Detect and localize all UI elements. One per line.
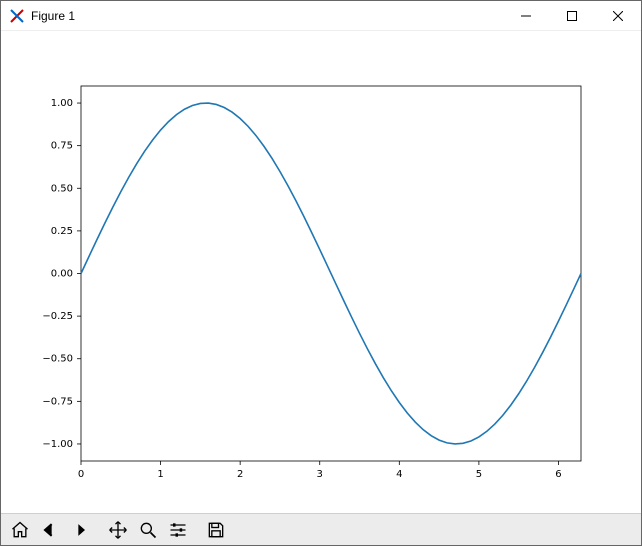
y-tick-label: 1.00 [51,98,73,109]
y-tick-label: −0.25 [42,311,73,322]
zoom-icon [138,520,158,540]
home-icon [10,520,30,540]
window-titlebar: Figure 1 [1,1,641,31]
window-title: Figure 1 [31,9,75,23]
x-tick-label: 1 [157,469,163,480]
sliders-icon [168,520,188,540]
x-tick-label: 0 [78,469,84,480]
data-line-0 [81,103,581,444]
home-button[interactable] [5,516,35,544]
configure-subplots-button[interactable] [163,516,193,544]
x-tick-label: 4 [396,469,402,480]
app-icon [9,8,25,24]
x-tick-label: 3 [317,469,323,480]
forward-button[interactable] [65,516,95,544]
x-tick-label: 5 [476,469,482,480]
y-tick-label: 0.00 [51,269,73,280]
y-tick-label: 0.25 [51,226,73,237]
save-button[interactable] [201,516,231,544]
move-icon [108,520,128,540]
zoom-button[interactable] [133,516,163,544]
navigation-toolbar [1,513,641,545]
back-button[interactable] [35,516,65,544]
arrow-right-icon [70,520,90,540]
y-tick-label: −0.75 [42,396,73,407]
window-minimize-button[interactable] [503,1,549,31]
x-tick-label: 2 [237,469,243,480]
window-maximize-button[interactable] [549,1,595,31]
plot-canvas[interactable]: 0 1 2 3 4 5 6 −1.00 −0.75 −0.50 −0.25 0.00 0.25 0.50 0… [1,31,641,513]
y-tick-label: −0.50 [42,354,73,365]
save-icon [206,520,226,540]
x-tick-label: 6 [555,469,561,480]
plot-svg: 0 1 2 3 4 5 6 −1.00 −0.75 −0.50 −0.25 0.00 0.25 0.50 0… [1,31,641,513]
window-close-button[interactable] [595,1,641,31]
y-tick-label: 0.50 [51,183,73,194]
y-tick-label: −1.00 [42,439,73,450]
y-tick-label: 0.75 [51,141,73,152]
pan-button[interactable] [103,516,133,544]
arrow-left-icon [40,520,60,540]
